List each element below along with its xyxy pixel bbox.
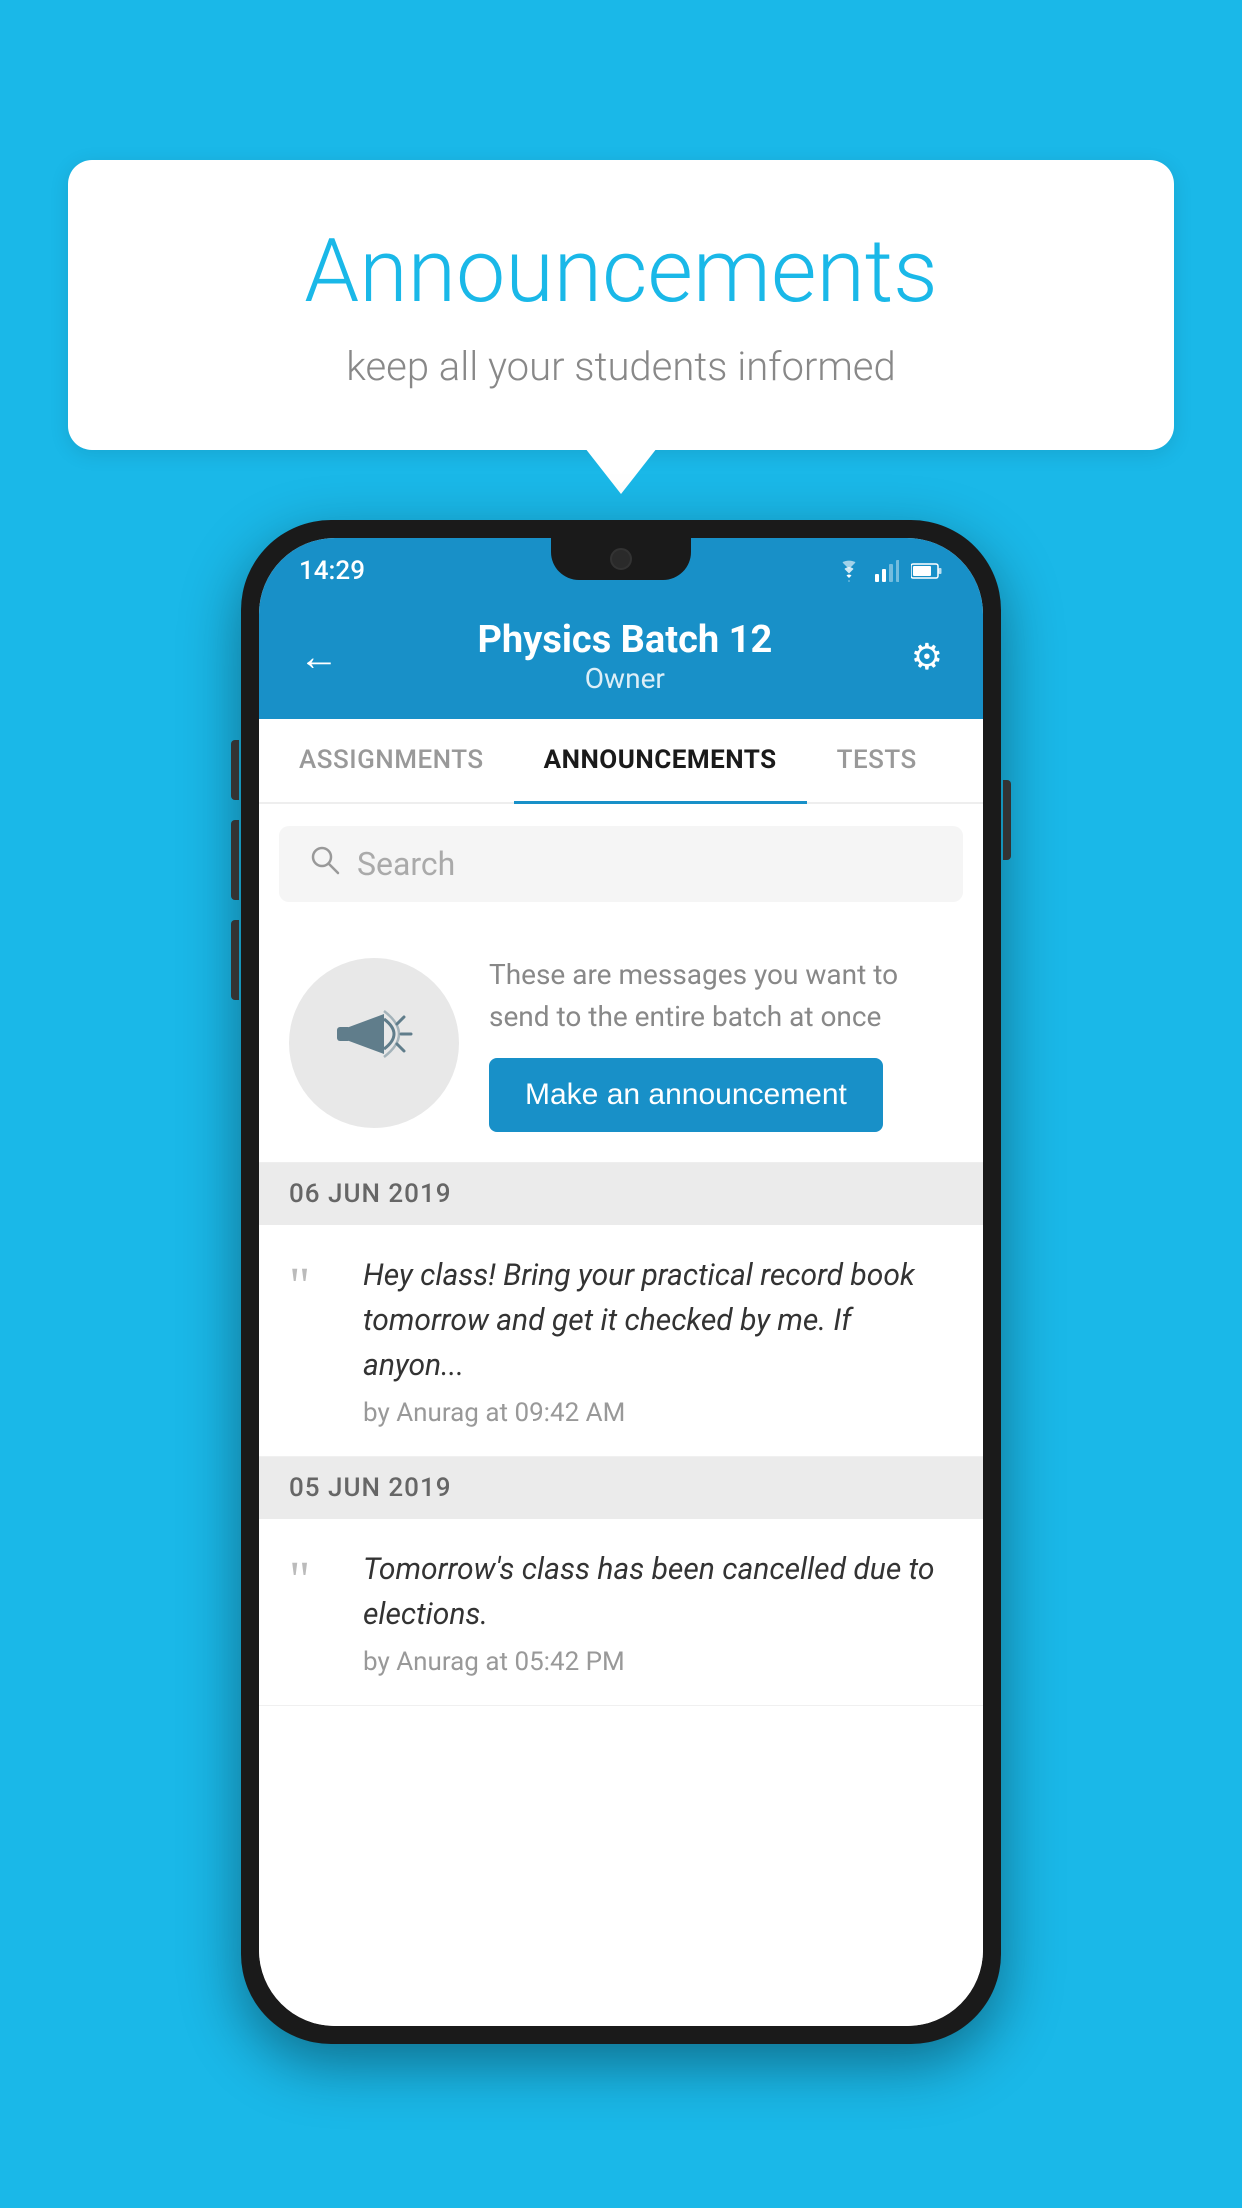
announcement-text-1: Hey class! Bring your practical record b… <box>363 1253 953 1388</box>
announcement-content-2: Tomorrow's class has been cancelled due … <box>363 1547 953 1677</box>
volume-down-button <box>231 920 239 1000</box>
power-button <box>1003 780 1011 860</box>
tab-announcements[interactable]: ANNOUNCEMENTS <box>514 719 807 804</box>
search-icon <box>309 844 341 884</box>
tab-assignments[interactable]: ASSIGNMENTS <box>269 719 514 804</box>
speech-bubble-container: Announcements keep all your students inf… <box>68 160 1174 450</box>
back-button[interactable]: ← <box>299 633 339 680</box>
app-header: ← Physics Batch 12 Owner ⚙ <box>259 598 983 719</box>
tab-tests[interactable]: TESTS <box>807 719 947 804</box>
make-announcement-button[interactable]: Make an announcement <box>489 1058 883 1132</box>
tabs-bar: ASSIGNMENTS ANNOUNCEMENTS TESTS <box>259 719 983 804</box>
announcement-item-1[interactable]: " Hey class! Bring your practical record… <box>259 1225 983 1457</box>
megaphone-icon <box>329 989 419 1097</box>
quote-icon-2: " <box>289 1555 339 1607</box>
phone-screen: 14:29 <box>259 538 983 2026</box>
announcement-prompt: These are messages you want to send to t… <box>259 924 983 1163</box>
status-icons <box>835 560 943 582</box>
header-center: Physics Batch 12 Owner <box>339 618 911 695</box>
settings-button[interactable]: ⚙ <box>911 636 943 678</box>
megaphone-circle <box>289 958 459 1128</box>
mute-button <box>231 740 239 800</box>
quote-icon-1: " <box>289 1261 339 1313</box>
announcement-item-2[interactable]: " Tomorrow's class has been cancelled du… <box>259 1519 983 1706</box>
announcement-text-2: Tomorrow's class has been cancelled due … <box>363 1547 953 1637</box>
wifi-icon <box>835 560 863 582</box>
announcement-meta-2: by Anurag at 05:42 PM <box>363 1647 953 1677</box>
prompt-right: These are messages you want to send to t… <box>489 954 953 1132</box>
announcement-content-1: Hey class! Bring your practical record b… <box>363 1253 953 1428</box>
notch <box>551 538 691 580</box>
phone-mockup: 14:29 <box>241 520 1001 2044</box>
owner-label: Owner <box>339 662 911 695</box>
volume-up-button <box>231 820 239 900</box>
front-camera <box>610 548 632 570</box>
status-time: 14:29 <box>299 556 365 586</box>
battery-icon <box>911 562 943 580</box>
prompt-description: These are messages you want to send to t… <box>489 954 953 1038</box>
date-separator-1: 06 JUN 2019 <box>259 1163 983 1225</box>
announcement-meta-1: by Anurag at 09:42 AM <box>363 1398 953 1428</box>
signal-icon <box>875 560 899 582</box>
content-area: Search <box>259 826 983 2026</box>
batch-title: Physics Batch 12 <box>339 618 911 662</box>
speech-bubble: Announcements keep all your students inf… <box>68 160 1174 450</box>
search-bar[interactable]: Search <box>279 826 963 902</box>
search-placeholder: Search <box>357 845 455 883</box>
date-separator-2: 05 JUN 2019 <box>259 1457 983 1519</box>
bubble-title: Announcements <box>148 220 1094 323</box>
status-bar: 14:29 <box>259 538 983 598</box>
bubble-subtitle: keep all your students informed <box>148 343 1094 390</box>
phone-wrapper: 14:29 <box>241 520 1001 2044</box>
